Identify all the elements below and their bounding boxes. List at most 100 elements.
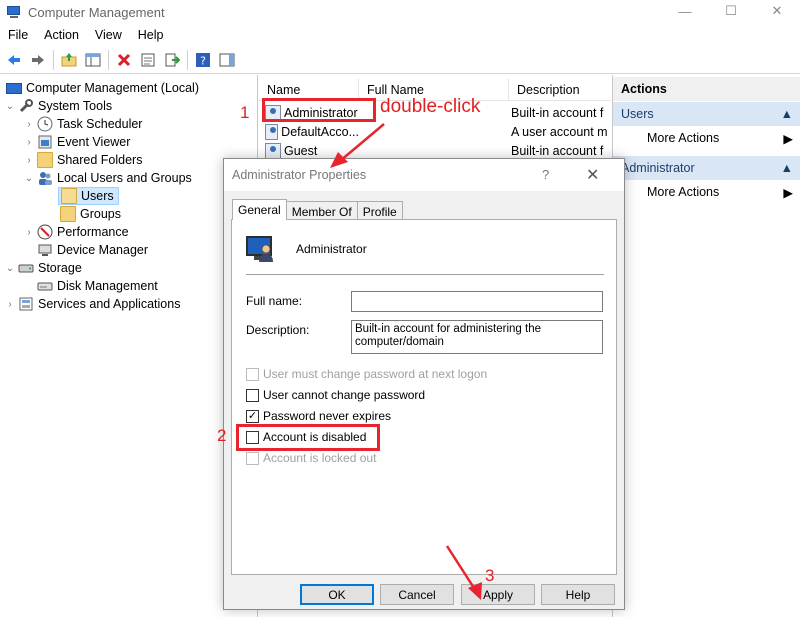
chevron-down-icon[interactable]: ⌄ [23, 172, 35, 184]
annotation-double-click: double-click [380, 96, 481, 117]
checkbox-password-never-expires[interactable]: ✓ Password never expires [246, 408, 391, 424]
more-actions-users[interactable]: More Actions ▶ [613, 127, 800, 149]
actions-section-users[interactable]: Users ▲ [613, 102, 800, 126]
tree-item-task-scheduler[interactable]: › Task Scheduler [23, 115, 142, 133]
row-name: Guest [284, 143, 318, 158]
toolbar-separator [187, 49, 188, 70]
checkbox-label: Account is locked out [263, 451, 377, 465]
submenu-arrow-icon: ▶ [783, 131, 793, 146]
tree-item-device-manager[interactable]: Device Manager [35, 241, 148, 259]
chevron-right-icon[interactable]: › [23, 118, 35, 130]
help-icon[interactable]: ? [542, 167, 549, 182]
row-name: DefaultAcco... [281, 124, 359, 139]
tree-item-computer-management[interactable]: Computer Management (Local) [4, 79, 199, 97]
checkbox-account-locked-out[interactable]: Account is locked out [246, 450, 376, 466]
export-icon[interactable] [161, 49, 183, 71]
chevron-right-icon[interactable]: › [23, 136, 35, 148]
dialog-tabs: General Member Of Profile [232, 199, 403, 221]
tree-item-services-and-applications[interactable]: › Services and Applications [4, 295, 180, 313]
row-description: Built-in account f [511, 105, 604, 120]
cancel-button[interactable]: Cancel [380, 584, 454, 605]
menu-help[interactable]: Help [130, 28, 172, 42]
chevron-right-icon[interactable]: › [23, 226, 35, 238]
help-icon[interactable]: ? [192, 49, 214, 71]
table-row[interactable]: DefaultAcco... A user account m [259, 122, 611, 141]
tab-profile[interactable]: Profile [356, 201, 403, 221]
tree-item-system-tools[interactable]: ⌄ System Tools [4, 97, 112, 115]
row-description: A user account m [511, 124, 608, 139]
tree-item-label: Services and Applications [38, 297, 181, 311]
checkbox-box[interactable] [246, 451, 259, 465]
tree-item-performance[interactable]: › Performance [23, 223, 129, 241]
checkbox-box[interactable] [246, 388, 259, 402]
tree-item-disk-management[interactable]: Disk Management [35, 277, 158, 295]
back-arrow-icon[interactable] [3, 49, 25, 71]
close-icon[interactable]: ✕ [586, 165, 599, 185]
tree-item-shared-folders[interactable]: › Shared Folders [23, 151, 142, 169]
divider [246, 274, 604, 275]
section-label: Administrator [621, 161, 695, 175]
tree-item-label: Storage [38, 261, 82, 275]
tree-item-label: Local Users and Groups [57, 171, 192, 185]
tree-item-event-viewer[interactable]: › Event Viewer [23, 133, 130, 151]
checkbox-cannot-change-password[interactable]: User cannot change password [246, 387, 425, 403]
checkmark-icon[interactable]: ✓ [246, 409, 259, 423]
tree-item-users[interactable]: Users [58, 187, 119, 205]
close-button[interactable]: ✕ [754, 0, 800, 22]
tree-item-label: Disk Management [57, 279, 158, 293]
show-hide-tree-icon[interactable] [82, 49, 104, 71]
up-folder-icon[interactable] [58, 49, 80, 71]
shared-folder-icon [37, 152, 53, 168]
administrator-properties-dialog: Administrator Properties ? ✕ General Mem… [223, 158, 625, 610]
collapse-arrow-icon[interactable]: ▲ [781, 161, 793, 175]
tree-item-local-users-and-groups[interactable]: ⌄ Local Users and Groups [23, 169, 192, 187]
actions-title: Actions [613, 77, 800, 101]
toolbar-separator [53, 49, 54, 70]
actions-section-administrator[interactable]: Administrator ▲ [613, 156, 800, 180]
general-tab-panel: Administrator Full name: Description: Bu… [231, 219, 617, 575]
tools-icon [18, 98, 34, 114]
tree-item-storage[interactable]: ⌄ Storage [4, 259, 82, 277]
chevron-down-icon[interactable]: ⌄ [4, 262, 16, 274]
collapse-arrow-icon[interactable]: ▲ [781, 107, 793, 121]
menu-action[interactable]: Action [36, 28, 87, 42]
action-label: More Actions [647, 131, 720, 145]
checkbox-must-change-password[interactable]: User must change password at next logon [246, 366, 487, 382]
checkbox-label: Password never expires [263, 409, 392, 423]
menu-view[interactable]: View [87, 28, 130, 42]
tree-item-label: Task Scheduler [57, 117, 143, 131]
full-name-field[interactable] [351, 291, 603, 312]
help-button[interactable]: Help [541, 584, 615, 605]
menu-file[interactable]: File [0, 28, 36, 42]
ok-button[interactable]: OK [300, 584, 374, 605]
services-icon [18, 296, 34, 312]
chevron-down-icon[interactable]: ⌄ [4, 100, 16, 112]
forward-arrow-icon[interactable] [27, 49, 49, 71]
show-action-pane-icon[interactable] [216, 49, 238, 71]
tree-item-label: Event Viewer [57, 135, 131, 149]
svg-text:?: ? [200, 54, 206, 67]
annotation-step-2: 2 [217, 426, 227, 445]
description-label: Description: [246, 323, 310, 337]
computer-management-icon [6, 82, 22, 94]
properties-icon[interactable] [137, 49, 159, 71]
delete-icon[interactable] [113, 49, 135, 71]
chevron-right-icon[interactable]: › [4, 298, 16, 310]
annotation-step-1: 1 [240, 103, 250, 122]
dialog-title: Administrator Properties [232, 168, 367, 182]
tab-member-of[interactable]: Member Of [285, 201, 358, 221]
checkbox-label: User cannot change password [263, 388, 426, 402]
menu-bar: File Action View Help [0, 24, 800, 46]
column-header-description[interactable]: Description [509, 79, 611, 101]
window-title: Computer Management [28, 4, 165, 20]
tab-general[interactable]: General [232, 199, 287, 220]
more-actions-administrator[interactable]: More Actions ▶ [613, 181, 800, 203]
minimize-button[interactable]: — [662, 0, 708, 22]
tree-item-groups[interactable]: Groups [58, 205, 121, 223]
maximize-button[interactable]: ☐ [708, 0, 754, 22]
chevron-right-icon[interactable]: › [23, 154, 35, 166]
description-field[interactable]: Built-in account for administering the c… [351, 320, 603, 354]
checkbox-box[interactable] [246, 367, 259, 381]
console-tree: Computer Management (Local) ⌄ System Too… [0, 75, 258, 617]
apply-button[interactable]: Apply [461, 584, 535, 605]
